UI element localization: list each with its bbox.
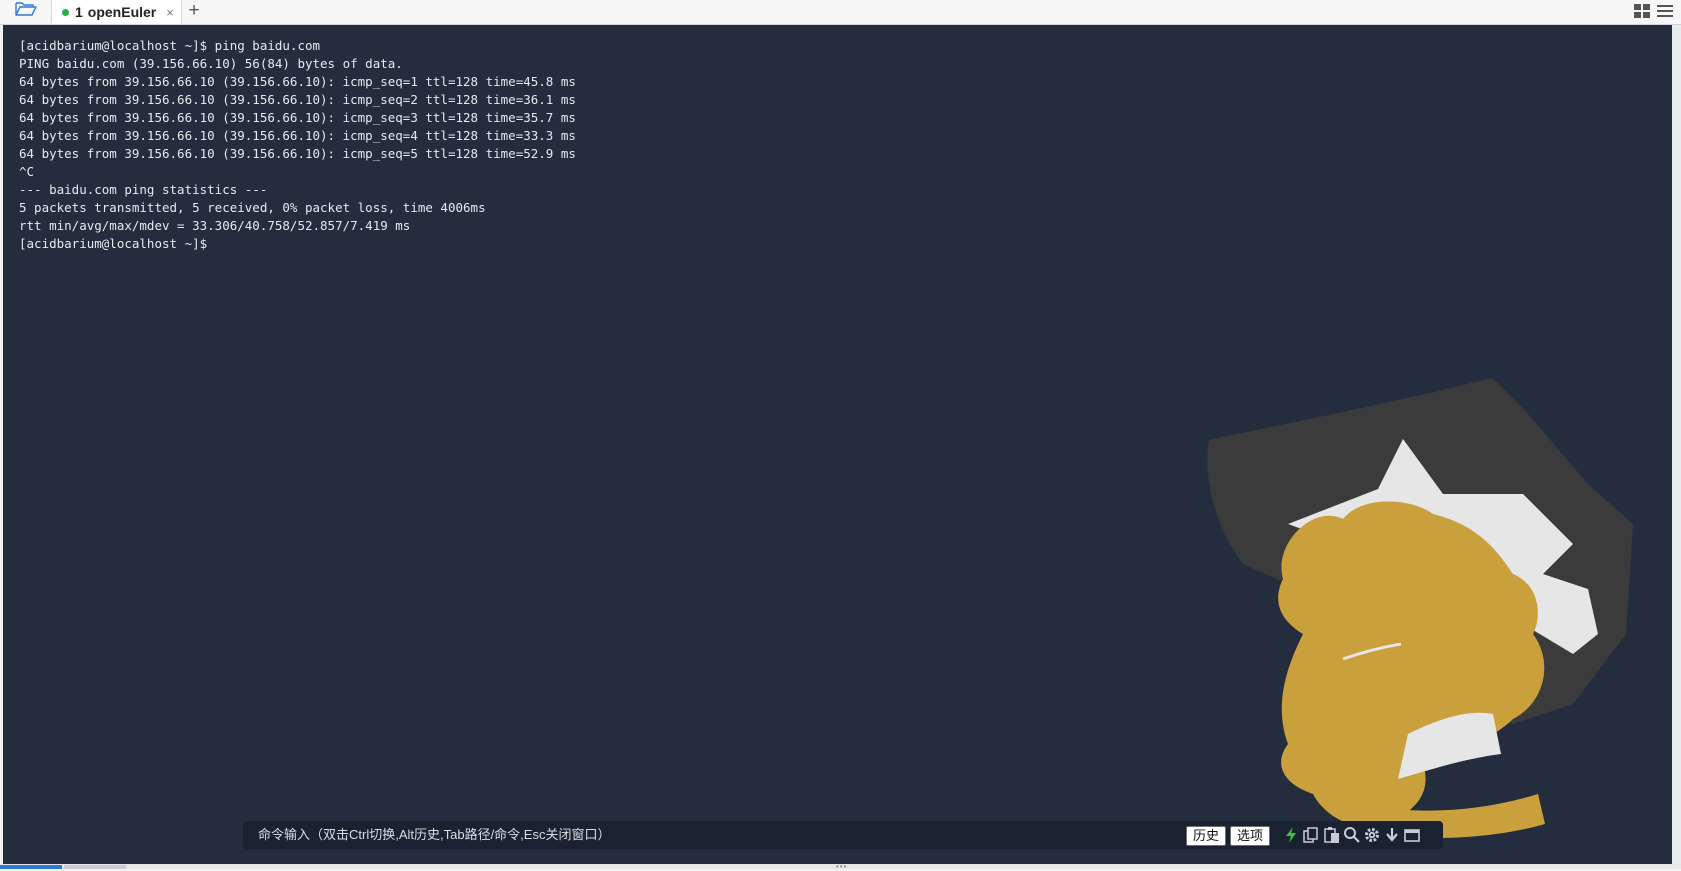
hamburger-menu-icon[interactable] (1657, 4, 1673, 24)
bottom-tab[interactable] (64, 865, 126, 869)
terminal-line: 64 bytes from 39.156.66.10 (39.156.66.10… (19, 74, 576, 89)
wallpaper-illustration (1207, 378, 1633, 839)
gear-icon[interactable] (1363, 826, 1381, 844)
resize-handle[interactable]: ••• (836, 862, 847, 871)
search-icon[interactable] (1343, 826, 1361, 844)
download-icon[interactable] (1383, 826, 1401, 844)
tab-bar: 1 openEuler × + (0, 0, 1681, 25)
tab-number: 1 (75, 4, 83, 20)
lightning-icon[interactable] (1282, 826, 1300, 844)
history-button[interactable]: 历史 (1186, 826, 1227, 846)
open-session-button[interactable] (0, 0, 52, 23)
window-icon[interactable] (1403, 826, 1421, 844)
terminal-line: --- baidu.com ping statistics --- (19, 182, 268, 197)
grid-layout-icon[interactable] (1634, 4, 1650, 24)
command-input-hint[interactable]: 命令输入（双击Ctrl切换,Alt历史,Tab路径/命令,Esc关闭窗口） (258, 821, 610, 849)
close-tab-icon[interactable]: × (166, 5, 174, 20)
add-tab-button[interactable]: + (185, 0, 203, 23)
terminal-panel[interactable]: [acidbarium@localhost ~]$ ping baidu.com… (3, 25, 1672, 864)
bottom-tab-active[interactable] (0, 865, 62, 869)
terminal-line: 64 bytes from 39.156.66.10 (39.156.66.10… (19, 92, 576, 107)
terminal-line: PING baidu.com (39.156.66.10) 56(84) byt… (19, 56, 403, 71)
folder-open-icon (14, 1, 37, 22)
vertical-scrollbar[interactable] (1672, 25, 1681, 864)
tab-title: openEuler (87, 4, 157, 20)
copy-icon[interactable] (1302, 826, 1320, 844)
terminal-prompt: [acidbarium@localhost ~]$ (19, 236, 208, 251)
paste-icon[interactable] (1323, 826, 1341, 844)
terminal-line: [acidbarium@localhost ~]$ ping baidu.com (19, 38, 321, 53)
options-button[interactable]: 选项 (1230, 826, 1271, 846)
tab-openeuler[interactable]: 1 openEuler × (52, 0, 182, 24)
terminal-line: 64 bytes from 39.156.66.10 (39.156.66.10… (19, 128, 576, 143)
terminal-line: rtt min/avg/max/mdev = 33.306/40.758/52.… (19, 218, 411, 233)
terminal-line: ^C (19, 164, 35, 179)
command-input-bar[interactable]: 命令输入（双击Ctrl切换,Alt历史,Tab路径/命令,Esc关闭窗口） 历史… (243, 821, 1443, 849)
terminal-line: 5 packets transmitted, 5 received, 0% pa… (19, 200, 486, 215)
terminal-line: 64 bytes from 39.156.66.10 (39.156.66.10… (19, 110, 576, 125)
terminal-output: [acidbarium@localhost ~]$ ping baidu.com… (19, 37, 576, 253)
terminal-line: 64 bytes from 39.156.66.10 (39.156.66.10… (19, 146, 576, 161)
connection-status-dot (62, 8, 69, 16)
